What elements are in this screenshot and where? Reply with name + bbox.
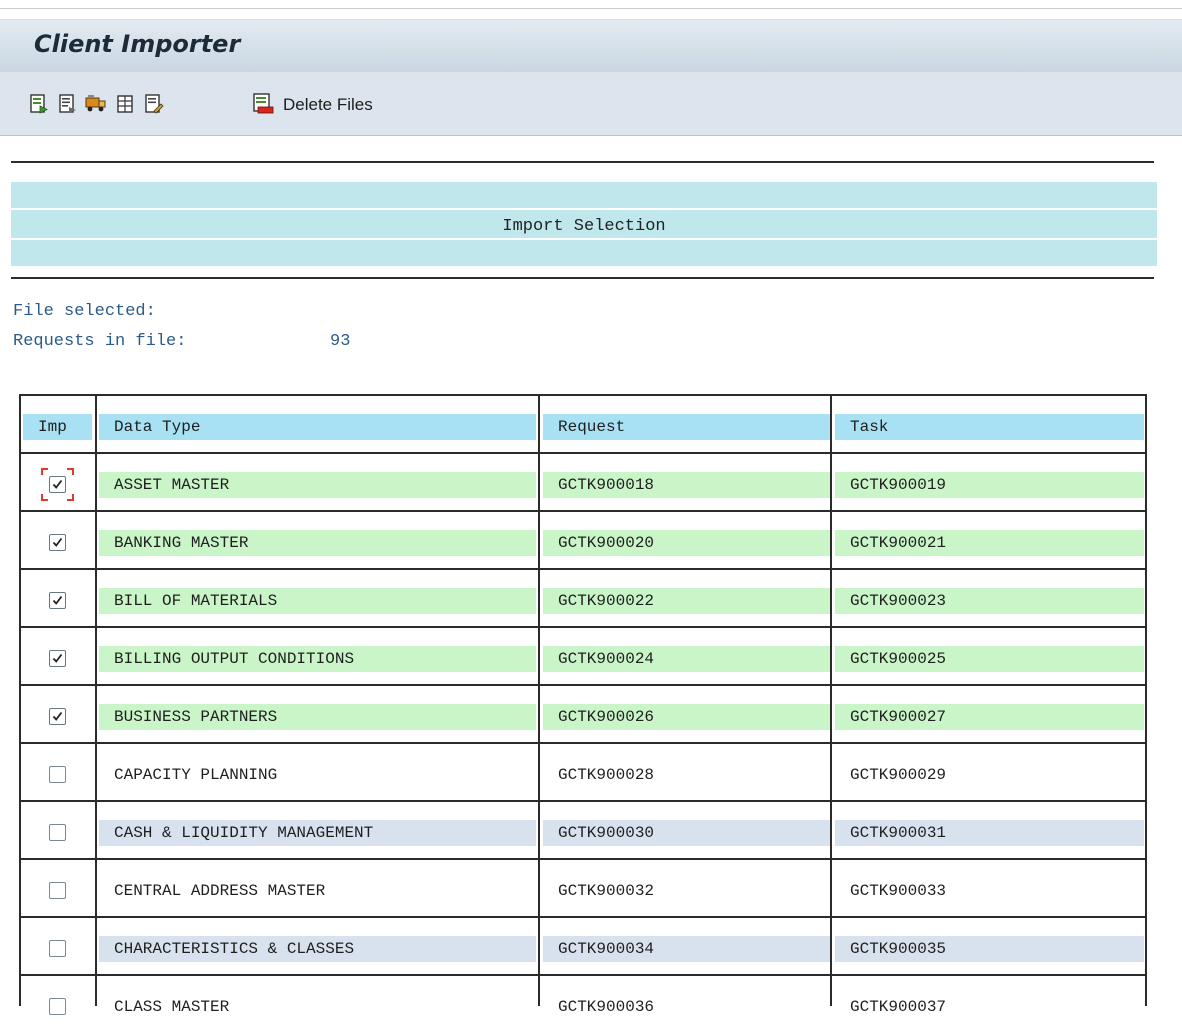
cell-task: GCTK900027 bbox=[835, 704, 1144, 730]
table-border bbox=[19, 394, 21, 1006]
main-content: Import Selection File selected: Requests… bbox=[0, 136, 1182, 1020]
cell-data-type: ASSET MASTER bbox=[99, 472, 536, 498]
title-bar: Client Importer bbox=[0, 19, 1182, 72]
table-border bbox=[1145, 394, 1147, 1006]
divider bbox=[11, 161, 1154, 163]
import-checkbox[interactable] bbox=[49, 882, 66, 899]
cell-request: GCTK900028 bbox=[543, 762, 830, 788]
cell-task: GCTK900021 bbox=[835, 530, 1144, 556]
delete-files-icon[interactable] bbox=[251, 92, 275, 116]
row-divider bbox=[19, 452, 1147, 454]
cell-data-type: CASH & LIQUIDITY MANAGEMENT bbox=[99, 820, 536, 846]
import-checkbox[interactable] bbox=[49, 824, 66, 841]
table-border bbox=[19, 394, 1147, 396]
row-divider bbox=[19, 568, 1147, 570]
cell-request: GCTK900026 bbox=[543, 704, 830, 730]
cell-data-type: CLASS MASTER bbox=[99, 994, 536, 1020]
cell-task: GCTK900023 bbox=[835, 588, 1144, 614]
requests-label: Requests in file: bbox=[13, 332, 187, 351]
cell-task: GCTK900031 bbox=[835, 820, 1144, 846]
import-checkbox[interactable] bbox=[49, 592, 66, 609]
import-checkbox[interactable] bbox=[49, 708, 66, 725]
row-divider bbox=[19, 916, 1147, 918]
import-checkbox[interactable] bbox=[49, 998, 66, 1015]
selection-band bbox=[11, 182, 1157, 208]
page-title: Client Importer bbox=[34, 30, 241, 58]
application-toolbar: Delete Files bbox=[0, 72, 1182, 136]
column-header-request[interactable]: Request bbox=[543, 414, 830, 440]
import-checkbox[interactable] bbox=[49, 766, 66, 783]
checkmark-icon bbox=[52, 711, 63, 721]
checkmark-icon bbox=[52, 595, 63, 605]
cell-request: GCTK900036 bbox=[543, 994, 830, 1020]
divider bbox=[11, 277, 1154, 279]
transport-icon[interactable] bbox=[84, 92, 108, 116]
cell-data-type: CHARACTERISTICS & CLASSES bbox=[99, 936, 536, 962]
table-icon[interactable] bbox=[113, 92, 137, 116]
edit-document-icon[interactable] bbox=[142, 92, 166, 116]
cell-task: GCTK900037 bbox=[835, 994, 1144, 1020]
column-header-imp[interactable]: Imp bbox=[23, 414, 92, 440]
checkmark-icon bbox=[52, 537, 63, 547]
import-checkbox[interactable] bbox=[49, 940, 66, 957]
cell-task: GCTK900025 bbox=[835, 646, 1144, 672]
column-divider bbox=[830, 394, 832, 1006]
column-divider bbox=[538, 394, 540, 1006]
import-checkbox[interactable] bbox=[49, 650, 66, 667]
import-table: Imp Data Type Request Task ASSET MASTER G… bbox=[19, 394, 1147, 1020]
row-divider bbox=[19, 858, 1147, 860]
selection-band bbox=[11, 240, 1157, 266]
row-divider bbox=[19, 626, 1147, 628]
cell-data-type: CAPACITY PLANNING bbox=[99, 762, 536, 788]
row-divider bbox=[19, 800, 1147, 802]
execute-icon[interactable] bbox=[27, 92, 51, 116]
import-checkbox[interactable] bbox=[49, 534, 66, 551]
cell-data-type: BILL OF MATERIALS bbox=[99, 588, 536, 614]
cell-request: GCTK900020 bbox=[543, 530, 830, 556]
cell-request: GCTK900032 bbox=[543, 878, 830, 904]
document-icon[interactable] bbox=[56, 92, 80, 116]
cell-data-type: BANKING MASTER bbox=[99, 530, 536, 556]
checkmark-icon bbox=[52, 653, 63, 663]
cell-data-type: BILLING OUTPUT CONDITIONS bbox=[99, 646, 536, 672]
cell-task: GCTK900033 bbox=[835, 878, 1144, 904]
cell-data-type: BUSINESS PARTNERS bbox=[99, 704, 536, 730]
row-divider bbox=[19, 684, 1147, 686]
cell-task: GCTK900035 bbox=[835, 936, 1144, 962]
cell-task: GCTK900029 bbox=[835, 762, 1144, 788]
cell-request: GCTK900034 bbox=[543, 936, 830, 962]
row-divider bbox=[19, 510, 1147, 512]
cell-request: GCTK900024 bbox=[543, 646, 830, 672]
cell-request: GCTK900018 bbox=[543, 472, 830, 498]
delete-files-button[interactable]: Delete Files bbox=[283, 95, 373, 115]
requests-count: 93 bbox=[330, 332, 351, 351]
cell-request: GCTK900022 bbox=[543, 588, 830, 614]
column-header-data-type[interactable]: Data Type bbox=[99, 414, 536, 440]
cell-task: GCTK900019 bbox=[835, 472, 1144, 498]
row-divider bbox=[19, 742, 1147, 744]
column-header-task[interactable]: Task bbox=[835, 414, 1144, 440]
focus-indicator bbox=[40, 467, 75, 502]
file-selected-label: File selected: bbox=[13, 302, 156, 321]
cell-request: GCTK900030 bbox=[543, 820, 830, 846]
cell-data-type: CENTRAL ADDRESS MASTER bbox=[99, 878, 536, 904]
section-title: Import Selection bbox=[502, 217, 666, 236]
row-divider bbox=[19, 974, 1147, 976]
top-strip bbox=[0, 0, 1182, 9]
column-divider bbox=[95, 394, 97, 1006]
